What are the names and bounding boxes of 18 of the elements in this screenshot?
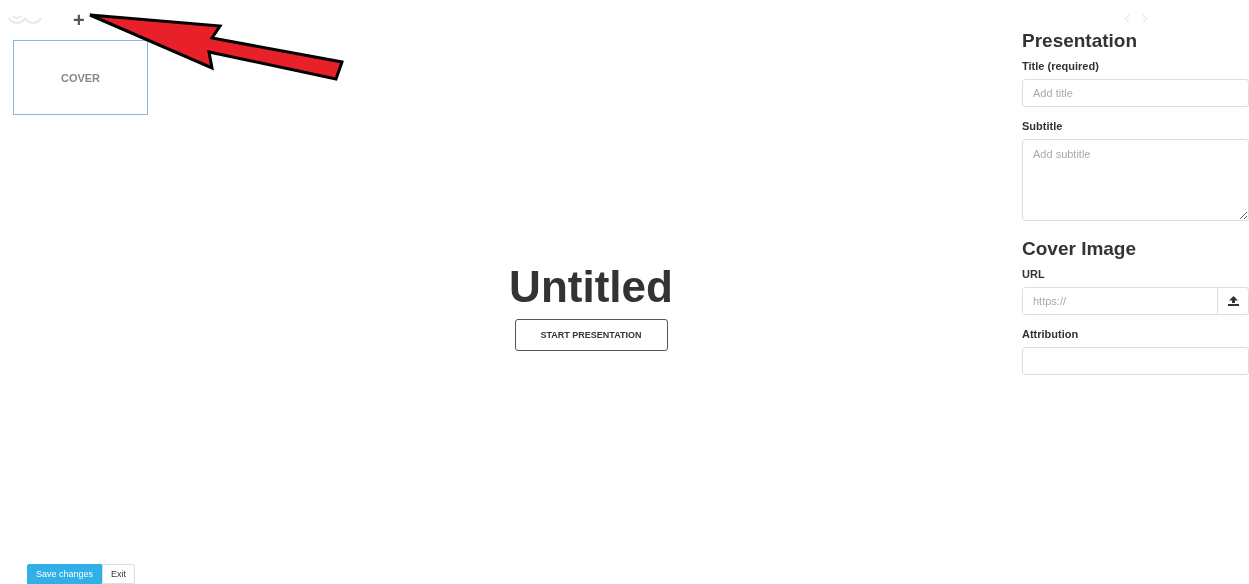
exit-button[interactable]: Exit bbox=[102, 564, 136, 584]
text-field[interactable]: Add title bbox=[1022, 79, 1249, 107]
slide-thumbnail[interactable]: COVER bbox=[13, 40, 148, 115]
panel-heading: Presentation bbox=[1022, 30, 1139, 52]
add-slide-button[interactable]: + bbox=[73, 10, 85, 30]
next-icon[interactable] bbox=[1142, 14, 1148, 23]
previous-icon[interactable] bbox=[1124, 14, 1130, 23]
text-field[interactable] bbox=[1022, 347, 1249, 375]
url-field[interactable]: https:// bbox=[1022, 287, 1249, 315]
start-presentation-button[interactable]: START PRESENTATION bbox=[514, 319, 668, 351]
field-label: Subtitle bbox=[1022, 120, 1064, 132]
field-label: URL bbox=[1022, 268, 1046, 280]
presentation-title: Untitled bbox=[509, 261, 673, 313]
field-label: Title (required) bbox=[1022, 60, 1100, 72]
upload-icon[interactable] bbox=[1227, 296, 1239, 306]
field-label: Attribution bbox=[1022, 328, 1080, 340]
section-heading: Cover Image bbox=[1022, 238, 1138, 260]
subtitle-field[interactable]: Add subtitle bbox=[1022, 139, 1249, 221]
